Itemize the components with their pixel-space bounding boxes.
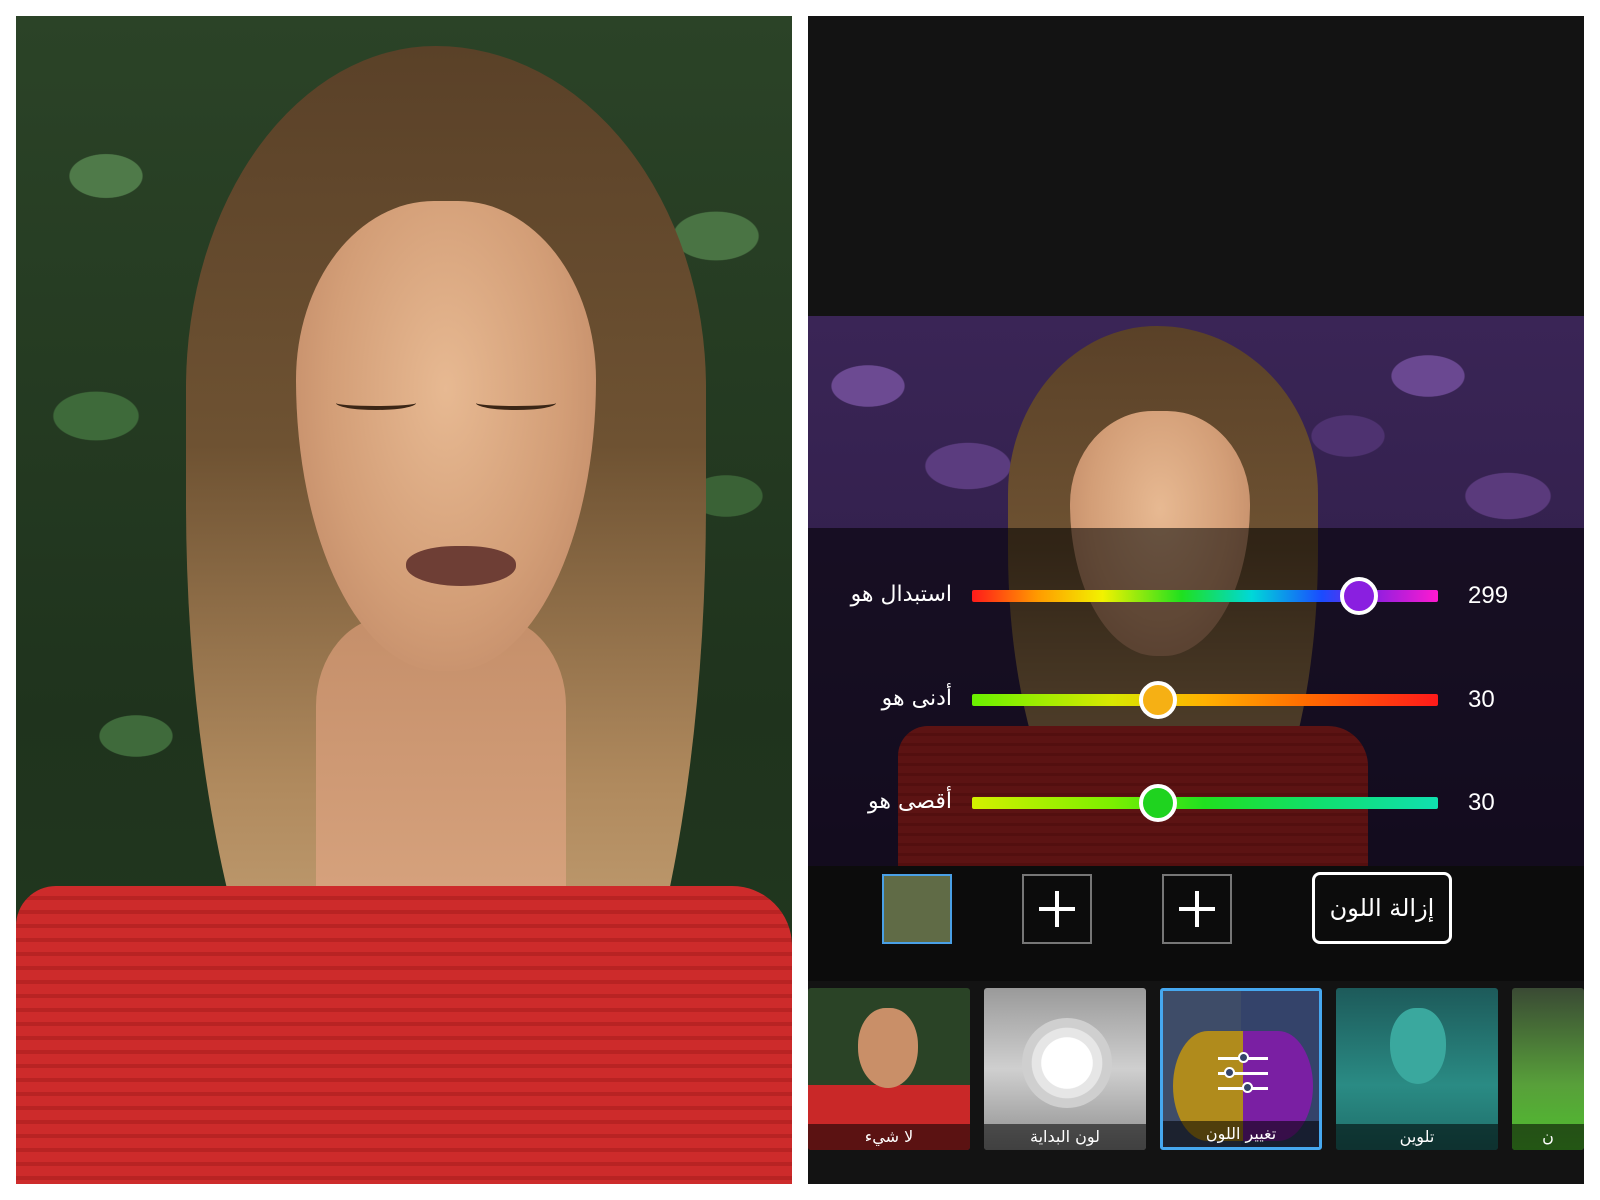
photo-eye: [336, 396, 416, 410]
add-color-button[interactable]: [1162, 874, 1232, 944]
max-hue-slider-row: أقصى هو 30: [808, 773, 1584, 833]
max-hue-label: أقصى هو: [867, 789, 952, 814]
selected-color-swatch[interactable]: [882, 874, 952, 944]
color-toolbar: إزالة اللون: [808, 866, 1584, 981]
sliders-icon: [1218, 1051, 1268, 1097]
filter-label: ن: [1512, 1124, 1584, 1150]
filter-label: تغيير اللون: [1163, 1121, 1319, 1147]
filter-label: لون البداية: [984, 1124, 1146, 1150]
photo-lips: [406, 546, 516, 586]
replace-hue-label: استبدال هو: [850, 582, 952, 607]
replace-hue-value: 299: [1468, 582, 1509, 609]
original-photo: [16, 16, 792, 1184]
hat-image: [1022, 1018, 1112, 1108]
add-color-button[interactable]: [1022, 874, 1092, 944]
filter-strip: لا شيء لون البداية تغيير اللون تلوين ن: [808, 986, 1584, 1152]
max-hue-knob[interactable]: [1139, 784, 1178, 822]
photo-red-top: [16, 886, 792, 1184]
filter-none[interactable]: لا شيء: [808, 988, 970, 1150]
remove-color-button[interactable]: إزالة اللون: [1312, 872, 1452, 944]
filter-partial[interactable]: ن: [1512, 988, 1584, 1150]
max-hue-value: 30: [1468, 789, 1495, 816]
color-changer-app: استبدال هو 299 أدنى هو 30 أقصى هو 30 إزا…: [808, 16, 1584, 1184]
filter-change-color[interactable]: تغيير اللون: [1160, 988, 1322, 1150]
replace-hue-knob[interactable]: [1339, 577, 1378, 615]
max-hue-track[interactable]: [972, 797, 1438, 809]
thumb-face: [1390, 1008, 1446, 1084]
min-hue-knob[interactable]: [1139, 681, 1178, 719]
thumb-face: [858, 1008, 918, 1088]
min-hue-track[interactable]: [972, 694, 1438, 706]
filter-label: لا شيء: [808, 1124, 970, 1150]
photo-eye: [476, 396, 556, 410]
min-hue-slider-row: أدنى هو 30: [808, 670, 1584, 730]
filter-colorize[interactable]: تلوين: [1336, 988, 1498, 1150]
filter-start-color[interactable]: لون البداية: [984, 988, 1146, 1150]
filter-label: تلوين: [1336, 1124, 1498, 1150]
min-hue-label: أدنى هو: [881, 686, 952, 711]
min-hue-value: 30: [1468, 686, 1495, 713]
replace-hue-slider-row: استبدال هو 299: [808, 566, 1584, 626]
edited-preview[interactable]: استبدال هو 299 أدنى هو 30 أقصى هو 30: [808, 316, 1584, 876]
